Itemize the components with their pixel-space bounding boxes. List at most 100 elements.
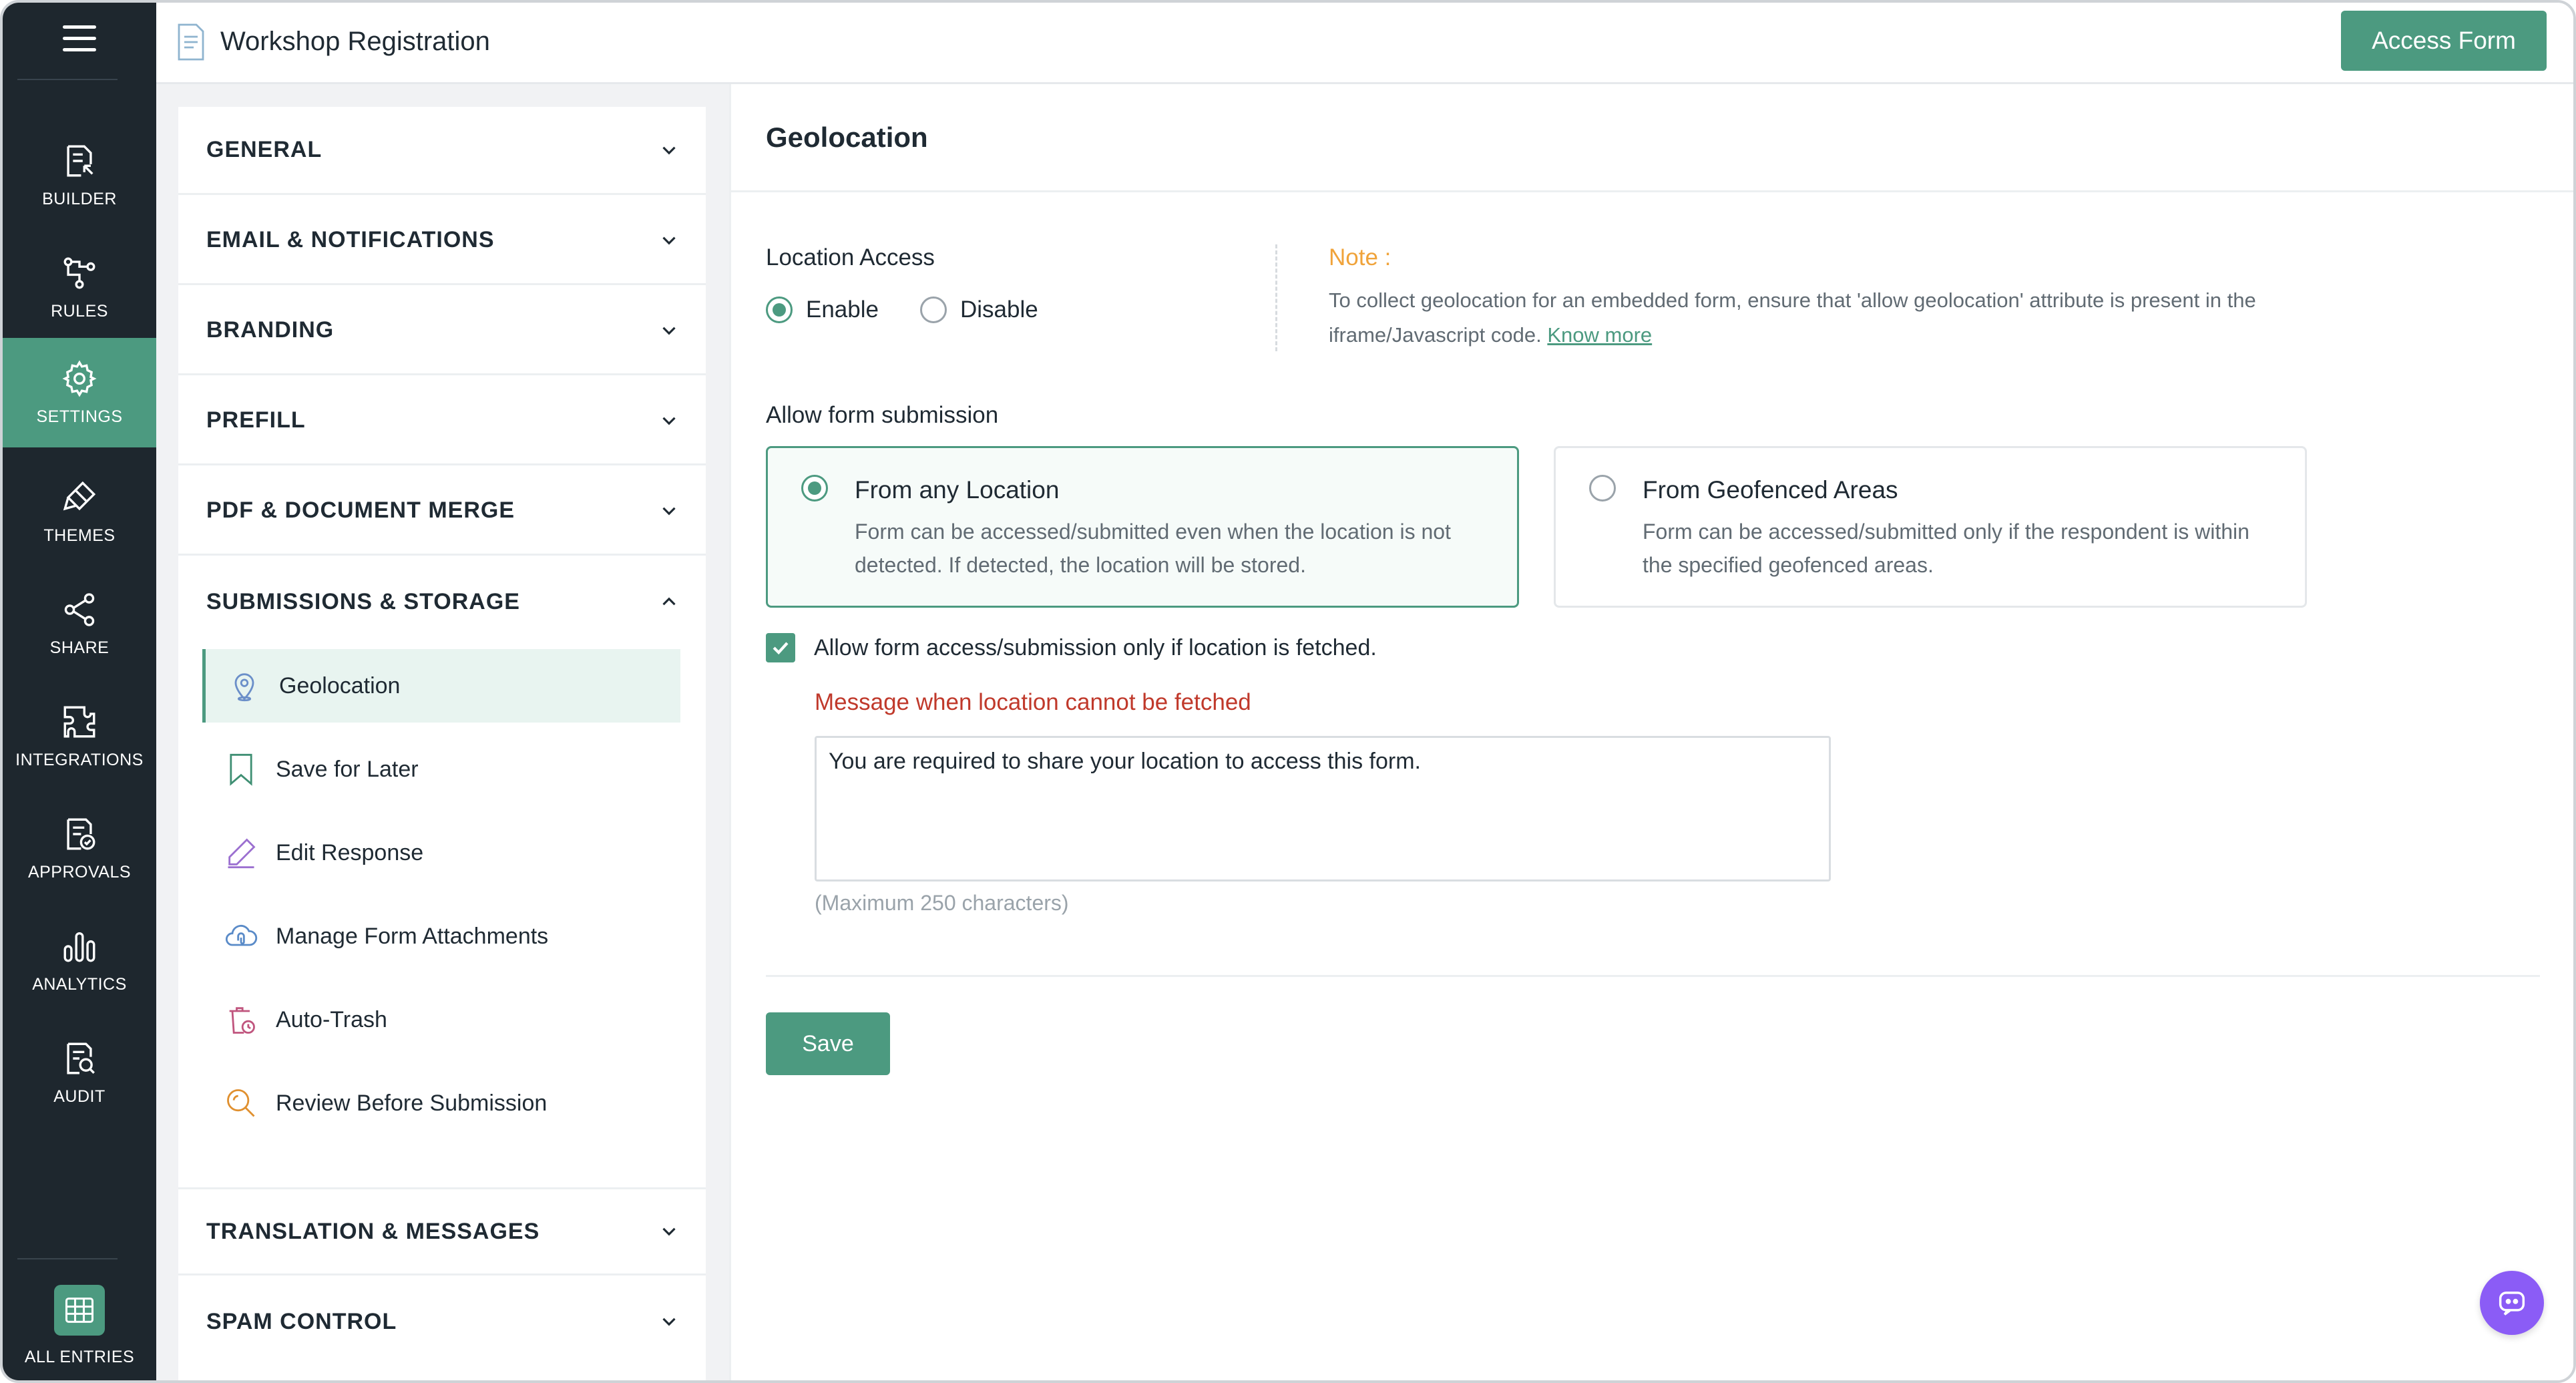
submenu-manage-form-attachments[interactable]: Manage Form Attachments bbox=[202, 900, 680, 973]
rail-item-analytics[interactable]: ANALYTICS bbox=[3, 906, 156, 1015]
share-icon bbox=[64, 592, 95, 626]
rail-label: BUILDER bbox=[42, 189, 117, 208]
panel-header: Geolocation bbox=[731, 84, 2573, 192]
submenu-auto-trash[interactable]: Auto-Trash bbox=[202, 983, 680, 1056]
checkbox-label: Allow form access/submission only if loc… bbox=[814, 634, 1377, 660]
section-label: EMAIL & NOTIFICATIONS bbox=[206, 227, 495, 252]
checkmark-icon bbox=[773, 642, 789, 655]
rail-item-audit[interactable]: AUDIT bbox=[3, 1018, 156, 1127]
chat-bot-icon bbox=[2499, 1292, 2525, 1316]
any-location-radio[interactable] bbox=[801, 475, 828, 502]
know-more-link[interactable]: Know more bbox=[1547, 323, 1652, 347]
cloud-attachment-icon bbox=[225, 924, 258, 946]
rail-divider bbox=[17, 79, 118, 80]
geolocation-settings-panel: Geolocation Location Access Enable Disab… bbox=[729, 84, 2573, 1380]
rail-item-approvals[interactable]: APPROVALS bbox=[3, 793, 156, 903]
magnifier-icon bbox=[227, 1089, 255, 1117]
submenu-review-before-submission[interactable]: Review Before Submission bbox=[202, 1066, 680, 1140]
bookmark-icon bbox=[230, 753, 252, 786]
option-any-location[interactable]: From any Location Form can be accessed/s… bbox=[766, 446, 1519, 608]
icon-rail: BUILDER RULES SETTINGS THEMES SHARE INTE… bbox=[3, 3, 156, 1380]
location-pin-icon bbox=[234, 673, 254, 702]
section-branding[interactable]: BRANDING bbox=[178, 287, 706, 375]
section-spam-control[interactable]: SPAM CONTROL bbox=[178, 1277, 706, 1366]
submenu-label: Edit Response bbox=[276, 839, 424, 865]
chevron-down-icon bbox=[662, 327, 676, 335]
rail-item-settings[interactable]: SETTINGS bbox=[3, 338, 156, 447]
note-text: To collect geolocation for an embedded f… bbox=[1329, 283, 2370, 353]
submenu-label: Save for Later bbox=[276, 756, 419, 782]
location-message-textarea[interactable] bbox=[815, 736, 1831, 881]
note-divider bbox=[1275, 244, 1277, 351]
section-email-notifications[interactable]: EMAIL & NOTIFICATIONS bbox=[178, 197, 706, 285]
chevron-down-icon bbox=[662, 507, 676, 515]
chevron-up-icon bbox=[662, 597, 676, 606]
location-access-label: Location Access bbox=[766, 244, 935, 270]
message-field-label: Message when location cannot be fetched bbox=[815, 689, 1251, 715]
approvals-icon bbox=[67, 818, 95, 849]
submenu-label: Manage Form Attachments bbox=[276, 923, 549, 949]
submenu-label: Auto-Trash bbox=[276, 1006, 387, 1032]
section-general[interactable]: GENERAL bbox=[178, 107, 706, 195]
access-form-button[interactable]: Access Form bbox=[2341, 11, 2547, 71]
section-label: SUBMISSIONS & STORAGE bbox=[206, 588, 520, 614]
rail-item-share[interactable]: SHARE bbox=[3, 569, 156, 678]
option-description: Form can be accessed/submitted only if t… bbox=[1643, 520, 2249, 577]
rail-item-rules[interactable]: RULES bbox=[3, 232, 156, 342]
disable-label[interactable]: Disable bbox=[960, 297, 1038, 323]
note-body: To collect geolocation for an embedded f… bbox=[1329, 288, 2256, 347]
section-submissions-storage[interactable]: SUBMISSIONS & STORAGE bbox=[178, 558, 706, 646]
page-title: Workshop Registration bbox=[220, 27, 490, 56]
section-prefill[interactable]: PREFILL bbox=[178, 377, 706, 465]
rail-label: INTEGRATIONS bbox=[15, 750, 144, 769]
section-pdf-document-merge[interactable]: PDF & DOCUMENT MERGE bbox=[178, 467, 706, 556]
section-label: PREFILL bbox=[206, 407, 306, 433]
section-translation-messages[interactable]: TRANSLATION & MESSAGES bbox=[178, 1187, 706, 1275]
location-fetched-checkbox-row[interactable]: Allow form access/submission only if loc… bbox=[766, 633, 1377, 662]
chevron-down-icon bbox=[662, 1227, 676, 1236]
rail-item-themes[interactable]: THEMES bbox=[3, 457, 156, 566]
submenu-geolocation[interactable]: Geolocation bbox=[202, 649, 680, 723]
disable-radio[interactable] bbox=[919, 297, 947, 323]
enable-label[interactable]: Enable bbox=[806, 297, 879, 323]
geofenced-radio[interactable] bbox=[1589, 475, 1616, 502]
submenu-label: Review Before Submission bbox=[276, 1090, 548, 1116]
rail-label: ANALYTICS bbox=[32, 974, 127, 994]
section-label: TRANSLATION & MESSAGES bbox=[206, 1218, 540, 1244]
analytics-icon bbox=[63, 932, 95, 962]
chevron-down-icon bbox=[662, 1318, 676, 1326]
location-fetched-checkbox[interactable] bbox=[766, 633, 795, 662]
section-label: PDF & DOCUMENT MERGE bbox=[206, 498, 515, 523]
chevron-down-icon bbox=[662, 417, 676, 425]
rail-item-builder[interactable]: BUILDER bbox=[3, 120, 156, 230]
allow-submission-label: Allow form submission bbox=[766, 402, 999, 428]
chevron-down-icon bbox=[662, 146, 676, 154]
submenu-save-for-later[interactable]: Save for Later bbox=[202, 733, 680, 806]
form-divider bbox=[766, 975, 2540, 977]
section-label: BRANDING bbox=[206, 317, 335, 343]
save-button[interactable]: Save bbox=[766, 1012, 890, 1075]
pencil-icon bbox=[228, 838, 256, 869]
builder-icon bbox=[67, 145, 93, 176]
grid-icon[interactable] bbox=[54, 1285, 105, 1336]
section-label: GENERAL bbox=[206, 137, 323, 162]
option-geofenced-areas[interactable]: From Geofenced Areas Form can be accesse… bbox=[1554, 446, 2307, 608]
rail-divider bbox=[17, 1258, 118, 1259]
trash-clock-icon bbox=[229, 1007, 255, 1034]
option-title: From Geofenced Areas bbox=[1643, 476, 1898, 504]
panel-title: Geolocation bbox=[766, 122, 928, 153]
rail-item-integrations[interactable]: INTEGRATIONS bbox=[3, 681, 156, 791]
note-title: Note : bbox=[1329, 244, 1391, 270]
option-title: From any Location bbox=[855, 476, 1060, 504]
option-description: Form can be accessed/submitted even when… bbox=[855, 520, 1451, 577]
gear-icon bbox=[62, 360, 97, 397]
submenu-edit-response[interactable]: Edit Response bbox=[202, 816, 680, 890]
rail-label: SETTINGS bbox=[36, 407, 123, 426]
rail-label: SHARE bbox=[49, 638, 110, 657]
enable-radio[interactable] bbox=[766, 297, 793, 323]
rail-item-all-entries[interactable]: ALL ENTRIES bbox=[3, 1285, 156, 1380]
chat-bot-button[interactable] bbox=[2480, 1271, 2544, 1335]
hamburger-menu-icon[interactable] bbox=[63, 25, 96, 52]
rail-label: APPROVALS bbox=[27, 862, 132, 881]
top-bar: Workshop Registration Access Form bbox=[156, 3, 2573, 84]
